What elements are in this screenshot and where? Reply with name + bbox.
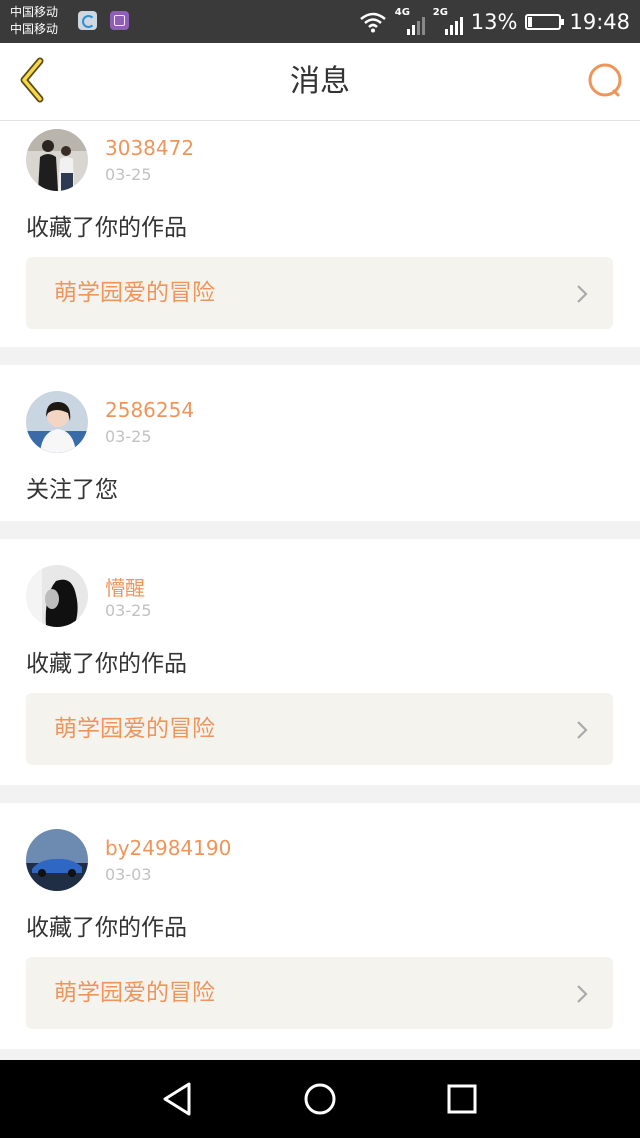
carrier-1: 中国移动	[10, 5, 59, 19]
work-title: 萌学园爱的冒险	[54, 980, 215, 1006]
message-date: 03-25	[105, 427, 152, 446]
work-link[interactable]: 萌学园爱的冒险	[26, 257, 613, 329]
chevron-right-icon	[577, 285, 588, 303]
message-date: 03-25	[105, 165, 152, 184]
carrier-2: 中国移动	[10, 22, 59, 36]
user-name[interactable]: by24984190	[105, 836, 231, 860]
message-date: 03-03	[105, 865, 152, 884]
work-link[interactable]: 萌学园爱的冒险	[26, 693, 613, 765]
battery-percent: 13%	[470, 9, 518, 34]
message-card: by24984190 03-03 收藏了你的作品 萌学园爱的冒险	[0, 803, 640, 1049]
message-card: 3038472 03-25 收藏了你的作品 萌学园爱的冒险	[0, 121, 640, 347]
search-button[interactable]	[582, 57, 630, 105]
page-title: 消息	[290, 64, 350, 99]
avatar[interactable]	[26, 391, 88, 453]
nav-recents-button[interactable]	[441, 1078, 483, 1120]
clock: 19:48	[569, 9, 630, 34]
chevron-right-icon	[577, 985, 588, 1003]
gallery-app-icon	[110, 11, 129, 30]
message-card: 懵醒 03-25 收藏了你的作品 萌学园爱的冒险	[0, 539, 640, 785]
action-text: 收藏了你的作品	[26, 915, 187, 941]
nav-back-button[interactable]	[157, 1078, 199, 1120]
battery-icon	[525, 13, 565, 30]
work-link[interactable]: 萌学园爱的冒险	[26, 957, 613, 1029]
system-nav-bar	[0, 1060, 640, 1138]
signal-2g-icon: 2G	[433, 7, 463, 35]
action-text: 收藏了你的作品	[26, 215, 187, 241]
avatar[interactable]	[26, 829, 88, 891]
notification-app-icon	[78, 11, 97, 30]
avatar[interactable]	[26, 129, 88, 191]
nav-header: 消息	[0, 43, 640, 121]
avatar[interactable]	[26, 565, 88, 627]
circle-home-icon	[304, 1083, 336, 1115]
signal-4g-icon: 4G	[395, 7, 425, 35]
wifi-icon	[359, 12, 386, 32]
message-card: 2586254 03-25 关注了您	[0, 365, 640, 521]
search-icon	[588, 63, 622, 97]
action-text: 收藏了你的作品	[26, 651, 187, 677]
nav-home-button[interactable]	[299, 1078, 341, 1120]
chevron-right-icon	[577, 721, 588, 739]
triangle-back-icon	[163, 1082, 191, 1116]
work-title: 萌学园爱的冒险	[54, 716, 215, 742]
user-name[interactable]: 2586254	[105, 398, 194, 422]
square-recents-icon	[447, 1084, 477, 1114]
status-bar: 中国移动 中国移动 4G 2G 13% 19:48	[0, 0, 640, 43]
message-list[interactable]: 3038472 03-25 收藏了你的作品 萌学园爱的冒险 2586254 03…	[0, 121, 640, 1060]
action-text: 关注了您	[26, 477, 118, 503]
work-title: 萌学园爱的冒险	[54, 280, 215, 306]
message-date: 03-25	[105, 601, 152, 620]
user-name[interactable]: 懵醒	[105, 572, 145, 601]
user-name[interactable]: 3038472	[105, 136, 194, 160]
carrier-info: 中国移动 中国移动	[10, 4, 58, 38]
